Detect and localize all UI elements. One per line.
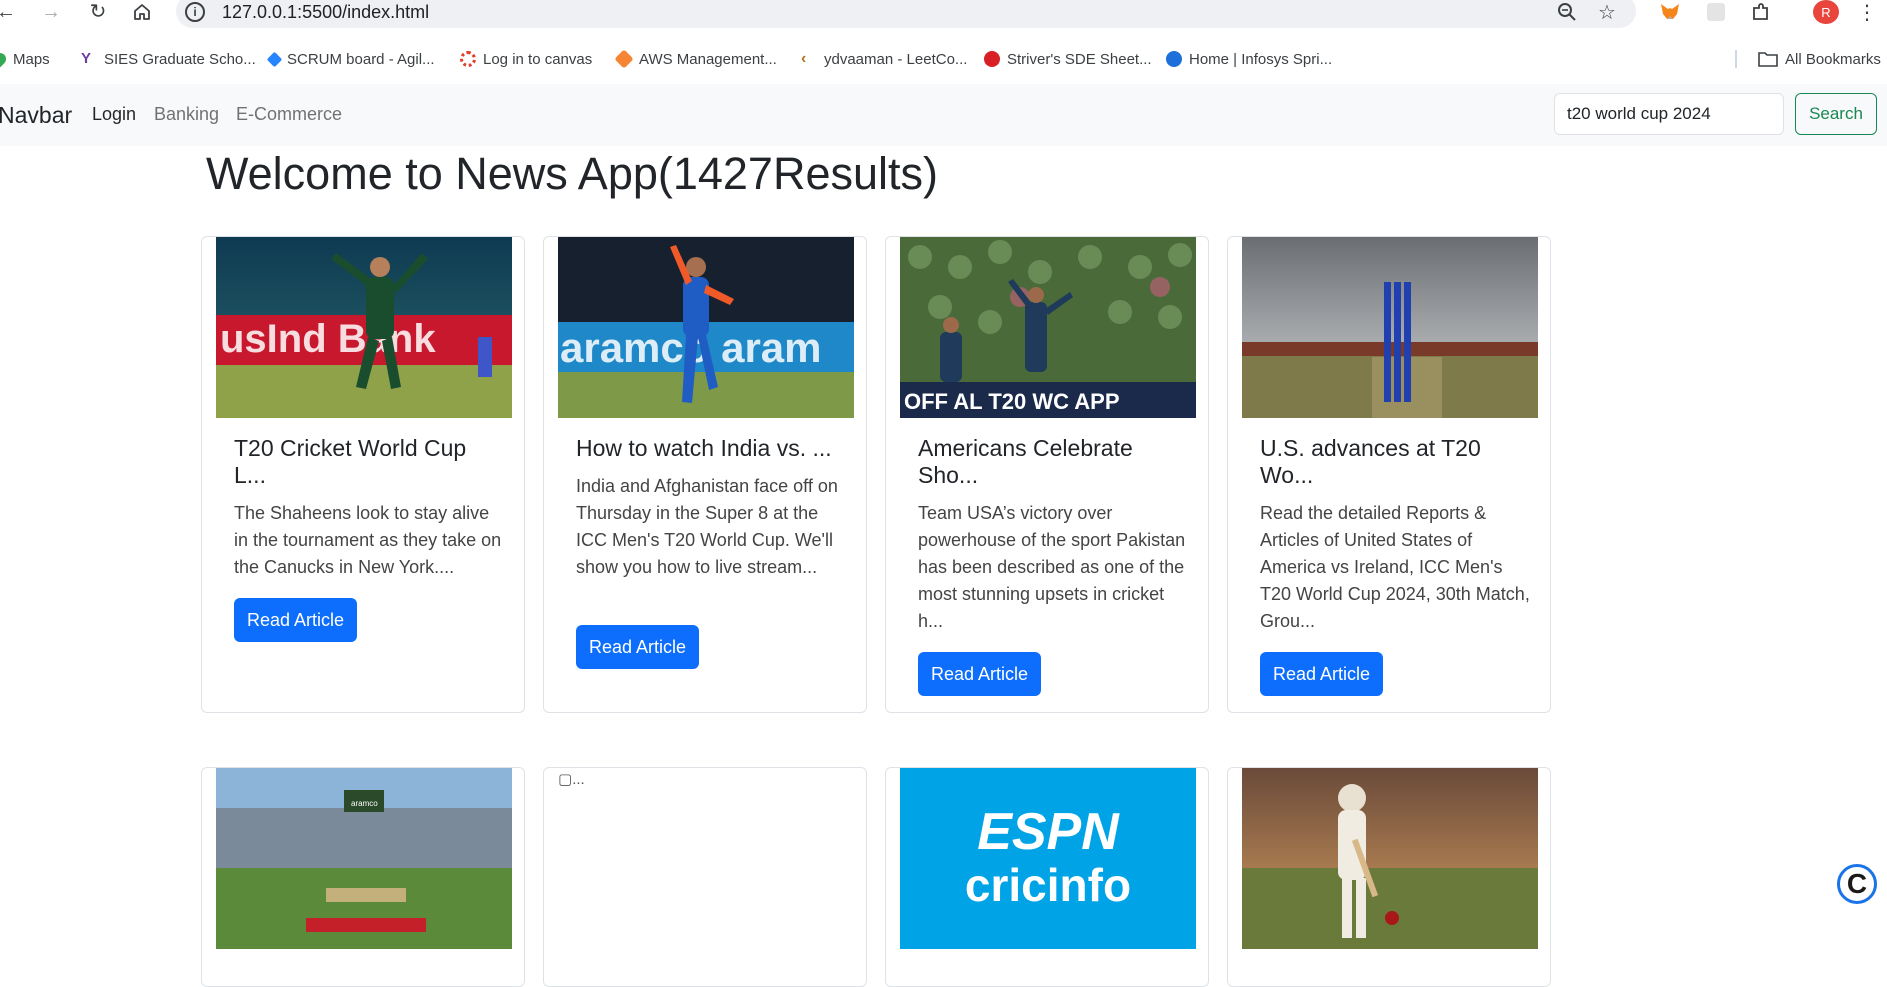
canvas-logo-icon: [460, 51, 476, 67]
card-title: U.S. advances at T20 Wo...: [1260, 435, 1481, 488]
bookmark-canvas[interactable]: Log in to canvas: [460, 48, 592, 70]
bookmark-label: Log in to canvas: [483, 50, 593, 68]
extensions-puzzle-icon[interactable]: [1748, 0, 1774, 24]
extension-icon[interactable]: [1703, 0, 1729, 24]
card-title: How to watch India vs. ...: [576, 435, 832, 461]
all-bookmarks-label: All Bookmarks: [1785, 50, 1881, 68]
bookmark-label: Home | Infosys Spri...: [1189, 50, 1333, 68]
tuf-logo-icon: [984, 51, 1000, 67]
news-card: ▢...: [543, 767, 867, 987]
news-card: OFF AL T20 WC APP Americans Celebrate Sh…: [885, 236, 1209, 713]
nav-link-banking[interactable]: Banking: [154, 104, 219, 125]
bookmark-label: Striver's SDE Sheet...: [1007, 50, 1152, 68]
card-text: The Shaheens look to stay alive in the t…: [234, 503, 502, 577]
bookmarks-bar: Maps Y SIES Graduate Scho... SCRUM board…: [0, 40, 1887, 76]
jira-diamond-icon: [266, 51, 283, 67]
navbar-brand[interactable]: Navbar: [0, 102, 72, 129]
page-title: Welcome to News App(1427Results): [206, 148, 938, 199]
site-info-icon[interactable]: i: [185, 2, 205, 22]
nav-link-ecommerce[interactable]: E-Commerce: [236, 104, 342, 125]
banner-text: usInd Bank: [220, 317, 436, 361]
maps-pin-icon: [0, 50, 9, 68]
leetcode-icon: ‹: [801, 50, 807, 67]
card-title: T20 Cricket World Cup L...: [234, 435, 467, 488]
banner-text: OFF AL T20 WC APP: [904, 389, 1120, 414]
read-article-button[interactable]: Read Article: [1260, 652, 1383, 696]
url-text[interactable]: 127.0.0.1:5500/index.html: [222, 0, 429, 24]
profile-avatar[interactable]: R: [1813, 0, 1839, 24]
bookmark-infosys[interactable]: Home | Infosys Spri...: [1166, 48, 1332, 70]
search-button[interactable]: Search: [1795, 93, 1877, 135]
sies-logo-icon: Y: [81, 50, 92, 67]
board-text: aramco: [351, 799, 378, 808]
bookmark-label: ydvaaman - LeetCo...: [824, 50, 968, 68]
news-card: aramco aram How to watch India vs. ... I…: [543, 236, 867, 713]
browser-toolbar: ← → ↻ i 127.0.0.1:5500/index.html ☆ R ⋮: [0, 0, 1887, 28]
card-image[interactable]: OFF AL T20 WC APP: [900, 237, 1196, 418]
bookmark-star-icon[interactable]: ☆: [1594, 0, 1620, 24]
reload-icon[interactable]: ↻: [84, 0, 112, 24]
card-image[interactable]: [1242, 237, 1538, 418]
back-icon[interactable]: ←: [0, 0, 20, 24]
bookmark-label: SCRUM board - Agil...: [287, 50, 435, 68]
cricinfo-logo-text: cricinfo: [964, 859, 1132, 911]
search-input[interactable]: [1554, 93, 1784, 135]
read-article-button[interactable]: Read Article: [918, 652, 1041, 696]
espn-logo-text: ESPN: [977, 803, 1119, 861]
news-card: U.S. advances at T20 Wo... Read the deta…: [1227, 236, 1551, 713]
zoom-icon[interactable]: [1554, 0, 1580, 24]
bookmarks-divider: [1735, 50, 1737, 68]
home-icon[interactable]: [128, 0, 156, 24]
bookmark-aws[interactable]: AWS Management...: [614, 48, 777, 70]
card-text: Read the detailed Reports & Articles of …: [1260, 503, 1530, 631]
card-image[interactable]: ESPN cricinfo: [900, 768, 1196, 949]
page-navbar: Navbar Login Banking E-Commerce Search: [0, 84, 1887, 146]
bookmark-scrum[interactable]: SCRUM board - Agil...: [266, 48, 435, 70]
card-image[interactable]: aramco: [216, 768, 512, 949]
card-image[interactable]: [1242, 768, 1538, 949]
card-image[interactable]: usInd Bank: [216, 237, 512, 418]
card-title: Americans Celebrate Sho...: [918, 435, 1133, 488]
broken-image-alt: ...: [572, 771, 585, 788]
bookmark-leetcode[interactable]: ‹ ydvaaman - LeetCo...: [801, 48, 967, 70]
read-article-button[interactable]: Read Article: [576, 625, 699, 669]
infosys-logo-icon: [1166, 51, 1182, 67]
bookmark-maps[interactable]: Maps: [0, 48, 50, 70]
bookmark-sies[interactable]: Y SIES Graduate Scho...: [81, 48, 256, 70]
aws-cube-icon: [614, 49, 634, 69]
nav-link-login[interactable]: Login: [92, 104, 136, 125]
news-card: aramco: [201, 767, 525, 987]
card-text: India and Afghanistan face off on Thursd…: [576, 476, 838, 577]
bookmark-striver[interactable]: Striver's SDE Sheet...: [984, 48, 1152, 70]
menu-kebab-icon[interactable]: ⋮: [1857, 0, 1877, 24]
news-card: usInd Bank T20 Cricket World Cup L... Th…: [201, 236, 525, 713]
bookmark-label: SIES Graduate Scho...: [104, 50, 256, 68]
news-card: [1227, 767, 1551, 987]
card-image[interactable]: aramco aram: [558, 237, 854, 418]
metamask-icon[interactable]: [1657, 0, 1683, 24]
all-bookmarks[interactable]: All Bookmarks: [1758, 48, 1881, 70]
folder-icon: [1758, 52, 1778, 67]
card-text: Team USA’s victory over powerhouse of th…: [918, 503, 1186, 631]
forward-icon[interactable]: →: [37, 0, 65, 24]
floating-c-icon[interactable]: C: [1837, 864, 1877, 904]
read-article-button[interactable]: Read Article: [234, 598, 357, 642]
news-card: ESPN cricinfo: [885, 767, 1209, 987]
broken-image-icon: ▢...: [558, 771, 585, 788]
bookmark-label: Maps: [13, 50, 50, 68]
bookmark-label: AWS Management...: [639, 50, 777, 68]
